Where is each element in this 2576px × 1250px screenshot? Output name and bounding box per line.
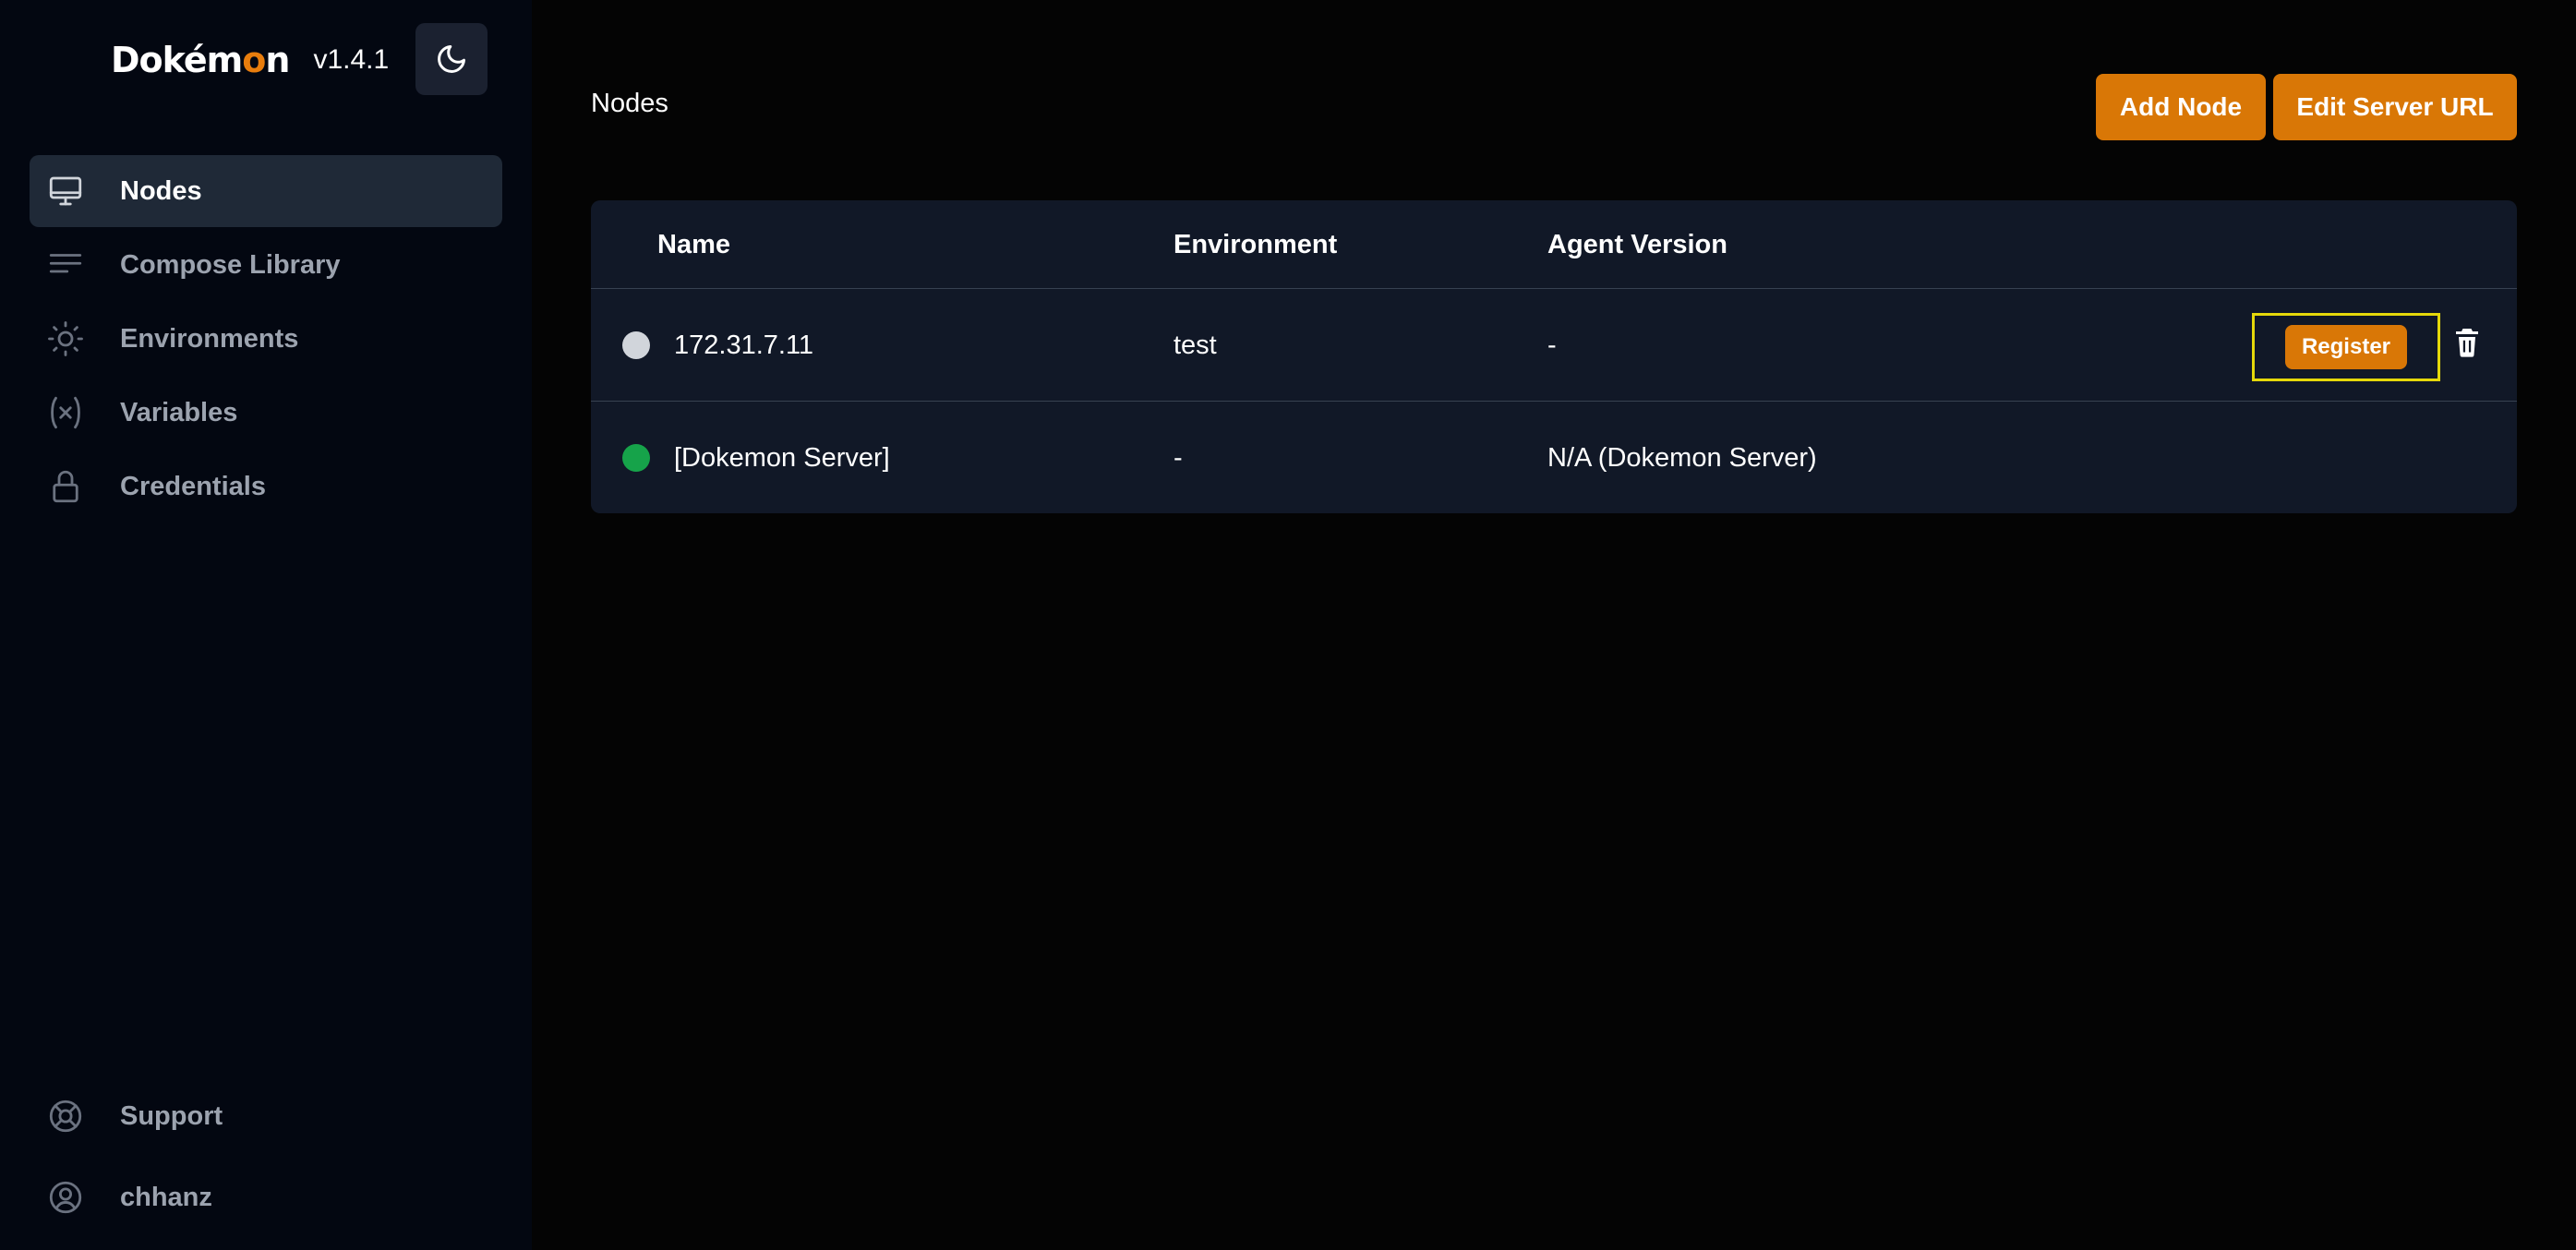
sidebar-item-label: chhanz [120,1182,212,1212]
add-node-button[interactable]: Add Node [2096,74,2266,140]
app-logo[interactable]: Dokémon [111,40,290,80]
sidebar-item-label: Nodes [120,175,202,206]
status-indicator [622,444,650,472]
variable-icon [46,393,85,432]
register-highlight: Register [2252,313,2440,381]
sidebar: Dokémon v1.4.1 Nodes Compose Library Env… [0,0,532,1250]
sidebar-item-credentials[interactable]: Credentials [30,451,502,523]
theme-toggle-button[interactable] [415,23,488,95]
sidebar-bottom: Support chhanz [30,1080,502,1243]
table-row[interactable]: [Dokemon Server] - N/A (Dokemon Server) [591,402,2517,513]
app-version: v1.4.1 [313,44,390,75]
node-environment: - [1174,443,1183,473]
node-agent-version: N/A (Dokemon Server) [1547,443,1817,473]
sidebar-item-support[interactable]: Support [30,1080,502,1152]
nodes-table: Name Environment Agent Version 172.31.7.… [591,200,2517,513]
moon-icon [438,45,465,73]
lines-icon [46,246,85,284]
sidebar-item-compose-library[interactable]: Compose Library [30,229,502,301]
node-name: [Dokemon Server] [674,443,890,473]
sun-icon [46,319,85,358]
table-row[interactable]: 172.31.7.11 test - Register [591,289,2517,402]
sidebar-item-user[interactable]: chhanz [30,1161,502,1233]
sidebar-item-nodes[interactable]: Nodes [30,155,502,227]
status-indicator [622,331,650,359]
trash-icon[interactable] [2450,326,2484,359]
column-header-agent-version: Agent Version [1547,230,1727,259]
register-button[interactable]: Register [2284,325,2408,369]
sidebar-nav: Nodes Compose Library Environments Varia… [30,155,502,524]
user-circle-icon [46,1178,85,1217]
column-header-environment: Environment [1174,230,1338,259]
sidebar-item-label: Credentials [120,471,266,501]
brand: Dokémon v1.4.1 [111,22,389,98]
sidebar-item-variables[interactable]: Variables [30,377,502,449]
sidebar-item-label: Environments [120,323,299,354]
monitor-icon [46,172,85,210]
sidebar-item-label: Support [120,1100,223,1131]
table-header: Name Environment Agent Version [591,200,2517,289]
column-header-name: Name [657,230,730,259]
page-title: Nodes [591,89,668,118]
sidebar-item-environments[interactable]: Environments [30,303,502,375]
node-agent-version: - [1547,331,1557,360]
node-name: 172.31.7.11 [674,331,814,360]
lifebuoy-icon [46,1097,85,1136]
sidebar-item-label: Variables [120,397,238,427]
edit-server-url-button[interactable]: Edit Server URL [2273,74,2517,140]
lock-icon [46,467,85,506]
node-environment: test [1174,331,1217,360]
sidebar-item-label: Compose Library [120,249,341,280]
